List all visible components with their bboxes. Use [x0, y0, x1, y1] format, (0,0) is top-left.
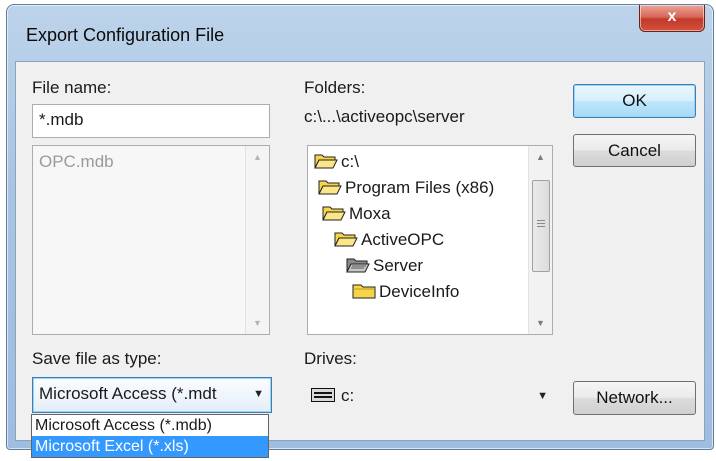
open-folder-selected-icon — [346, 258, 370, 273]
scroll-down-arrow-icon[interactable]: ▼ — [246, 312, 269, 334]
save-type-dropdown-list[interactable]: Microsoft Access (*.mdb) Microsoft Excel… — [31, 414, 269, 458]
save-type-select[interactable]: Microsoft Access (*.mdt ▼ — [32, 377, 272, 413]
folder-label: c:\ — [341, 152, 359, 171]
folder-item-deviceinfo[interactable]: DeviceInfo — [352, 282, 459, 308]
scroll-up-arrow-icon[interactable]: ▲ — [246, 146, 269, 168]
file-name-label: File name: — [32, 78, 112, 97]
scroll-grip-icon — [537, 220, 545, 221]
folder-label: ActiveOPC — [361, 230, 445, 249]
scroll-thumb[interactable] — [532, 180, 550, 272]
scroll-down-arrow-icon[interactable]: ▼ — [529, 312, 552, 334]
cancel-button[interactable]: Cancel — [573, 134, 696, 167]
folder-label: Server — [373, 256, 424, 275]
folder-item-activeopc[interactable]: ActiveOPC — [334, 230, 444, 256]
drives-value: c: — [341, 386, 355, 405]
folder-item-program-files[interactable]: Program Files (x86) — [318, 178, 494, 204]
file-list-item[interactable]: OPC.mdb — [39, 152, 114, 172]
folders-label: Folders: — [304, 78, 366, 97]
file-name-input[interactable]: *.mdb — [32, 104, 270, 138]
folder-tree[interactable]: c:\ Program Files (x86) Moxa ActiveOPC S… — [307, 145, 553, 335]
file-list-scrollbar[interactable]: ▲ ▼ — [245, 146, 269, 334]
scroll-up-arrow-icon[interactable]: ▲ — [529, 146, 552, 168]
drives-label: Drives: — [304, 349, 357, 368]
network-button[interactable]: Network... — [573, 381, 696, 415]
open-folder-icon — [314, 154, 338, 169]
ok-button[interactable]: OK — [573, 84, 696, 118]
folder-label: Program Files (x86) — [345, 178, 495, 197]
closed-folder-icon — [352, 284, 376, 299]
open-folder-icon — [334, 232, 358, 247]
drives-select[interactable]: c: ▼ — [304, 379, 556, 413]
title-bar[interactable]: Export Configuration File x — [7, 5, 713, 61]
save-type-label: Save file as type: — [32, 349, 162, 368]
dialog-body: File name: *.mdb OPC.mdb ▲ ▼ Folders: c:… — [15, 61, 705, 441]
open-folder-icon — [318, 180, 342, 195]
folder-item-root[interactable]: c:\ — [314, 152, 359, 178]
save-type-value: Microsoft Access (*.mdt — [39, 384, 217, 403]
chevron-down-icon[interactable]: ▼ — [537, 390, 548, 402]
folder-item-moxa[interactable]: Moxa — [322, 204, 391, 230]
dropdown-option-access[interactable]: Microsoft Access (*.mdb) — [32, 415, 268, 436]
folder-label: Moxa — [349, 204, 391, 223]
folder-tree-scrollbar[interactable]: ▲ ▼ — [528, 146, 552, 334]
dropdown-option-excel[interactable]: Microsoft Excel (*.xls) — [32, 436, 268, 457]
chevron-down-icon[interactable]: ▼ — [253, 388, 264, 400]
folder-item-server[interactable]: Server — [346, 256, 423, 282]
open-folder-icon — [322, 206, 346, 221]
file-list[interactable]: OPC.mdb ▲ ▼ — [32, 145, 270, 335]
dialog-title: Export Configuration File — [26, 25, 225, 45]
close-button[interactable]: x — [639, 5, 705, 32]
export-config-dialog: Export Configuration File x File name: *… — [6, 4, 714, 450]
folder-label: DeviceInfo — [379, 282, 460, 301]
drive-icon — [311, 388, 335, 402]
folders-path: c:\...\activeopc\server — [304, 107, 465, 126]
